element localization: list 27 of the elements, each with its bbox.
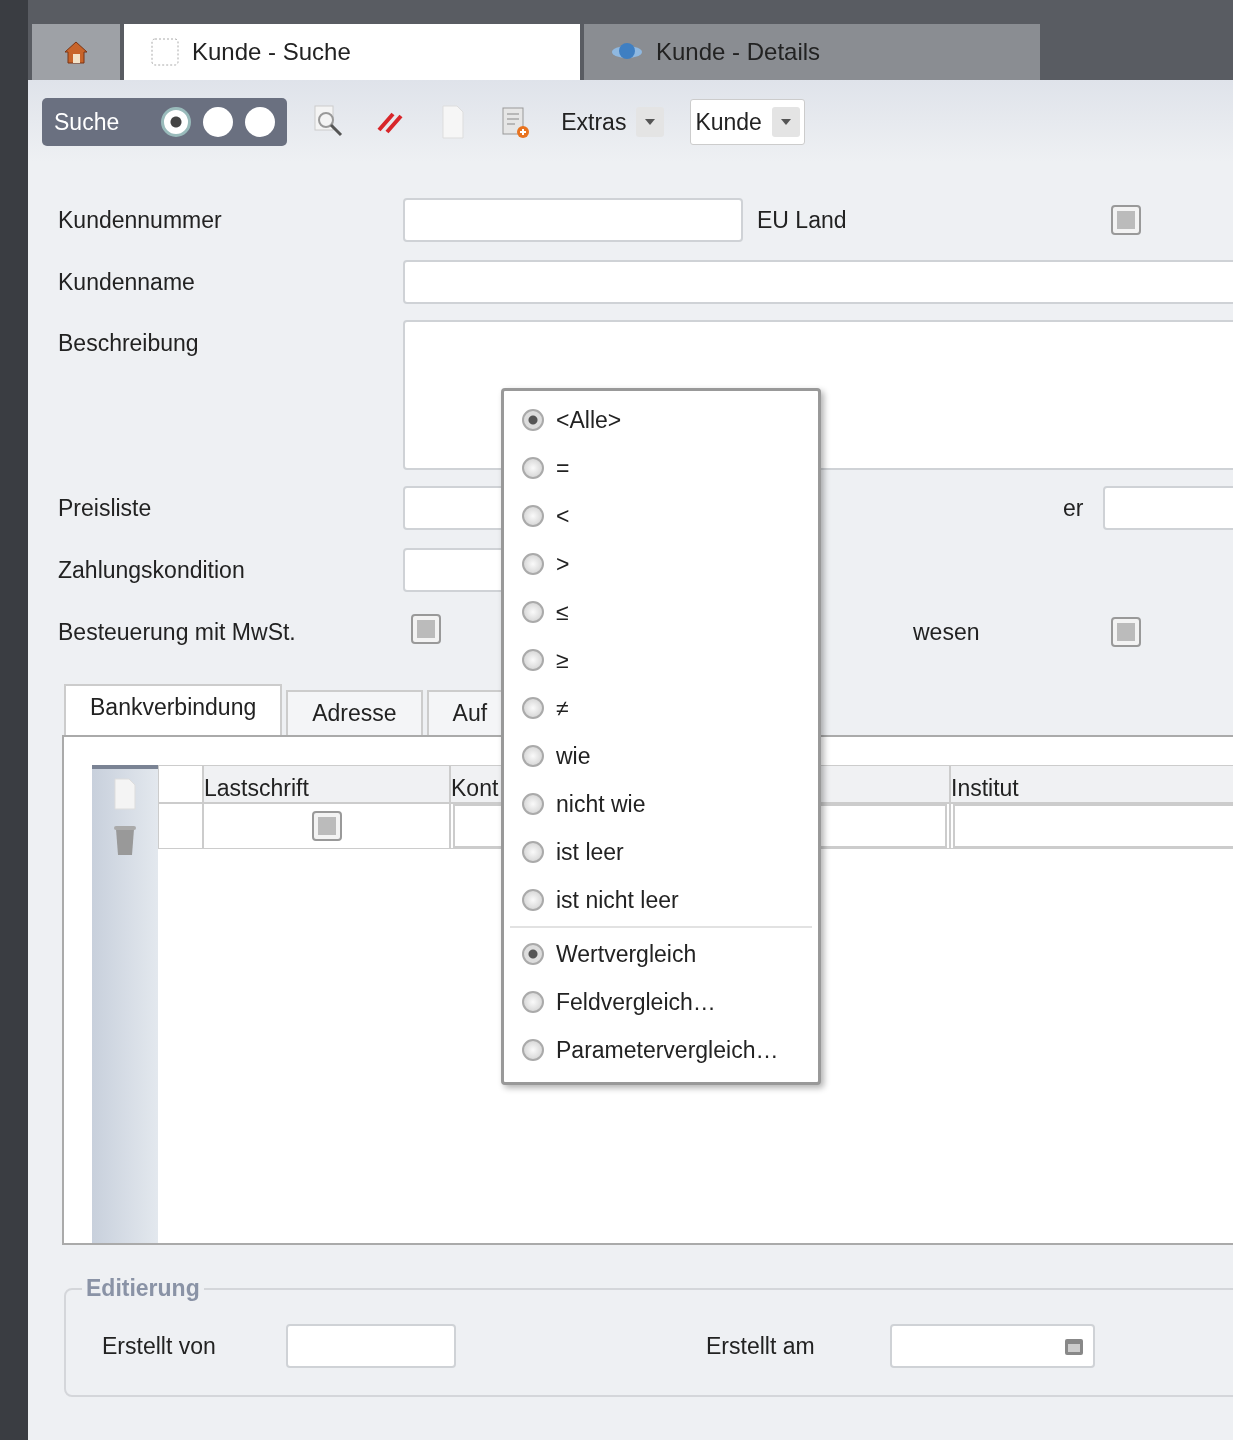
option-label: ist nicht leer	[556, 886, 679, 914]
field-label: Erstellt am	[706, 1332, 816, 1360]
option-label: Feldvergleich…	[556, 988, 716, 1016]
column-header: Institut	[950, 765, 1233, 803]
option-label: >	[556, 550, 570, 578]
column-header: Lastschrift	[203, 765, 450, 803]
option-label: =	[556, 454, 570, 482]
field-label: er	[1063, 494, 1084, 522]
field-label: Kundenname	[58, 268, 196, 296]
option-label: ≥	[556, 646, 569, 674]
mode-label: Suche	[54, 108, 120, 136]
option-label: ≤	[556, 598, 569, 626]
field-label: Erstellt von	[102, 1332, 217, 1360]
option-label: Parametervergleich…	[556, 1036, 779, 1064]
field-label: Preisliste	[58, 494, 153, 522]
group-title: Editierung	[85, 1275, 201, 1302]
field-label: Kundennummer	[58, 206, 223, 234]
field-label: Beschreibung	[58, 329, 200, 357]
option-label: <	[556, 502, 570, 530]
field-label: Zahlungskondition	[58, 556, 246, 584]
field-label: Besteuerung mit MwSt.	[58, 618, 297, 646]
field-label: EU Land	[757, 206, 847, 234]
option-label: <Alle>	[556, 406, 622, 434]
field-label: wesen	[913, 618, 980, 646]
option-label: ist leer	[556, 838, 624, 866]
option-label: Wertvergleich	[556, 940, 697, 968]
option-label: ≠	[556, 694, 569, 722]
